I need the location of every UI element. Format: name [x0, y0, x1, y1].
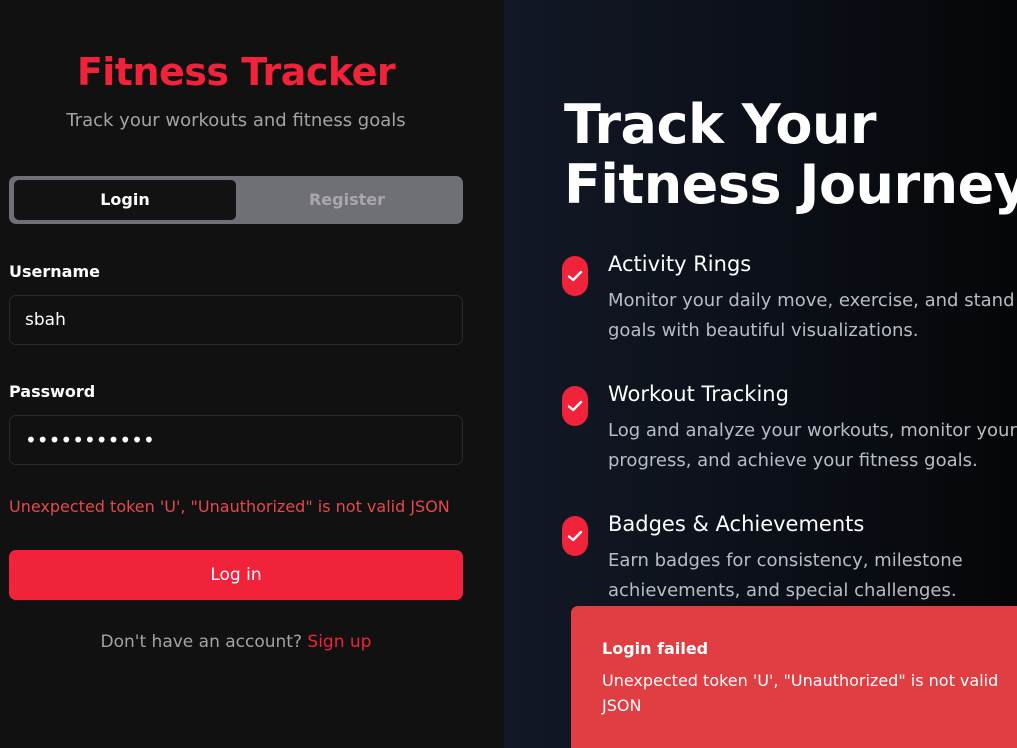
signup-prompt-text: Don't have an account? [100, 632, 302, 652]
feature-title: Activity Rings [608, 252, 752, 276]
tab-login[interactable]: Login [14, 180, 236, 220]
feature-title: Workout Tracking [608, 382, 789, 406]
hero-title-line-1: Track Your [564, 93, 877, 156]
auth-panel: Fitness Tracker Track your workouts and … [0, 0, 504, 748]
password-label: Password [9, 382, 96, 401]
toast-message: Unexpected token 'U', "Unauthorized" is … [602, 671, 999, 715]
feature-title: Badges & Achievements [608, 512, 865, 536]
signup-prompt-row: Don't have an account? Sign up [0, 632, 472, 652]
feature-description: Monitor your daily move, exercise, and s… [608, 290, 1015, 341]
signup-link[interactable]: Sign up [307, 632, 371, 652]
app-title: Fitness Tracker [76, 50, 396, 94]
hero-title: Track Your Fitness Journey [564, 95, 1017, 215]
form-error-message: Unexpected token 'U', "Unauthorized" is … [9, 497, 450, 516]
login-button[interactable]: Log in [9, 550, 463, 600]
login-page: Fitness Tracker Track your workouts and … [0, 0, 1017, 748]
toast-title: Login failed [602, 639, 709, 658]
password-input[interactable]: ••••••••••• [9, 415, 463, 465]
app-subtitle: Track your workouts and fitness goals [66, 110, 406, 131]
username-label: Username [9, 262, 100, 281]
check-icon [562, 386, 588, 426]
hero-title-line-2: Fitness Journey [564, 153, 1017, 216]
feature-description: Log and analyze your workouts, monitor y… [608, 420, 1017, 471]
auth-tabs: Login Register [9, 176, 463, 224]
tab-register[interactable]: Register [236, 180, 458, 220]
error-toast[interactable]: Login failed Unexpected token 'U', "Unau… [571, 606, 1017, 748]
username-input[interactable]: sbah [9, 295, 463, 345]
check-icon [562, 516, 588, 556]
check-icon [562, 256, 588, 296]
feature-description: Earn badges for consistency, milestone a… [608, 550, 963, 601]
